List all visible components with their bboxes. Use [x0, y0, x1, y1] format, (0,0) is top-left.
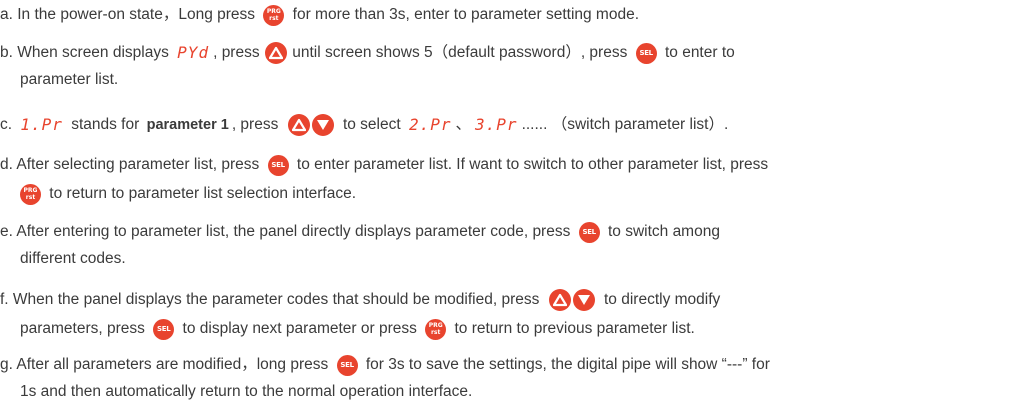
step-g-text-1: g. After all parameters are modified，lon… — [0, 356, 333, 373]
step-b-text-5: parameter list. — [20, 71, 119, 88]
up-arrow-button-icon — [287, 114, 310, 136]
parameter-3-display-code: 3.Pr — [475, 115, 518, 134]
step-c-text-6: ...... （switch parameter list）. — [521, 116, 729, 133]
down-arrow-button-icon — [311, 114, 334, 136]
step-b-text-3: until screen shows 5（default password）, … — [287, 44, 632, 61]
step-a: a. In the power-on state，Long press PRG r… — [0, 2, 639, 28]
step-e-text-3: different codes. — [20, 250, 126, 267]
sel-button-icon: SEL — [578, 221, 600, 243]
step-a-text-1: a. In the power-on state，Long press — [0, 6, 260, 23]
instructions-page: a. In the power-on state，Long press PRG r… — [0, 0, 1012, 419]
step-b-text-4: to enter to — [660, 44, 735, 61]
step-c-text-2: stands for — [66, 116, 144, 133]
sel-button-icon: SEL — [153, 318, 175, 340]
step-f-text-5: to return to previous parameter list. — [450, 320, 695, 337]
step-d-continued: PRG rst to return to parameter list selec… — [20, 181, 356, 207]
step-e-continued: different codes. — [20, 246, 126, 272]
sel-button-icon: SEL — [635, 42, 657, 64]
step-c-text-3: , press — [231, 116, 283, 133]
step-f-text-3: parameters, press — [20, 320, 150, 337]
step-c-text-1: c. — [0, 116, 17, 133]
prg-rst-button-icon: PRG rst — [425, 318, 447, 340]
prg-rst-button-icon: PRG rst — [263, 4, 285, 26]
step-d-text-3: to return to parameter list selection in… — [45, 185, 357, 202]
step-g-text-2: for 3s to save the settings, the digital… — [361, 356, 770, 373]
step-c-text-4: to select — [338, 116, 405, 133]
step-f-continued: parameters, press SEL to display next pa… — [20, 316, 695, 342]
prg-rst-button-icon: PRG rst — [20, 183, 41, 205]
pyd-display-code: PYd — [177, 43, 210, 62]
step-a-text-2: for more than 3s, enter to parameter set… — [288, 6, 640, 23]
step-g-text-3: 1s and then automatically return to the … — [20, 383, 473, 400]
step-b-continued: parameter list. — [20, 67, 118, 93]
sel-button-icon: SEL — [267, 154, 289, 176]
step-f-text-4: to display next parameter or press — [178, 320, 422, 337]
up-arrow-button-icon — [264, 42, 287, 64]
step-c: c. 1.Pr stands for parameter 1 , press t… — [0, 112, 728, 138]
down-arrow-button-icon — [572, 289, 595, 311]
step-e-text-1: e. After entering to parameter list, the… — [0, 223, 575, 240]
step-g-continued: 1s and then automatically return to the … — [20, 379, 472, 405]
parameter-1-display-code: 1.Pr — [20, 115, 63, 134]
up-arrow-button-icon — [548, 289, 571, 311]
step-b-text-1: b. When screen displays — [0, 44, 174, 61]
step-f-text-2: to directly modify — [599, 291, 721, 308]
step-f: f. When the panel displays the parameter… — [0, 287, 720, 313]
parameter-1-label: parameter 1 — [146, 117, 229, 133]
sel-button-icon: SEL — [336, 354, 358, 376]
up-down-buttons — [548, 289, 596, 311]
step-d-text-2: to enter parameter list. If want to swit… — [292, 156, 769, 173]
step-c-text-5: 、 — [455, 116, 472, 133]
step-e: e. After entering to parameter list, the… — [0, 219, 720, 245]
step-g: g. After all parameters are modified，lon… — [0, 352, 770, 378]
step-e-text-2: to switch among — [603, 223, 720, 240]
step-d: d. After selecting parameter list, press… — [0, 152, 768, 178]
up-down-buttons — [287, 114, 335, 136]
step-b-text-2: , press — [213, 44, 264, 61]
step-b: b. When screen displays PYd , press unti… — [0, 40, 735, 66]
step-d-text-1: d. After selecting parameter list, press — [0, 156, 264, 173]
step-f-text-1: f. When the panel displays the parameter… — [0, 291, 544, 308]
parameter-2-display-code: 2.Pr — [408, 115, 452, 134]
